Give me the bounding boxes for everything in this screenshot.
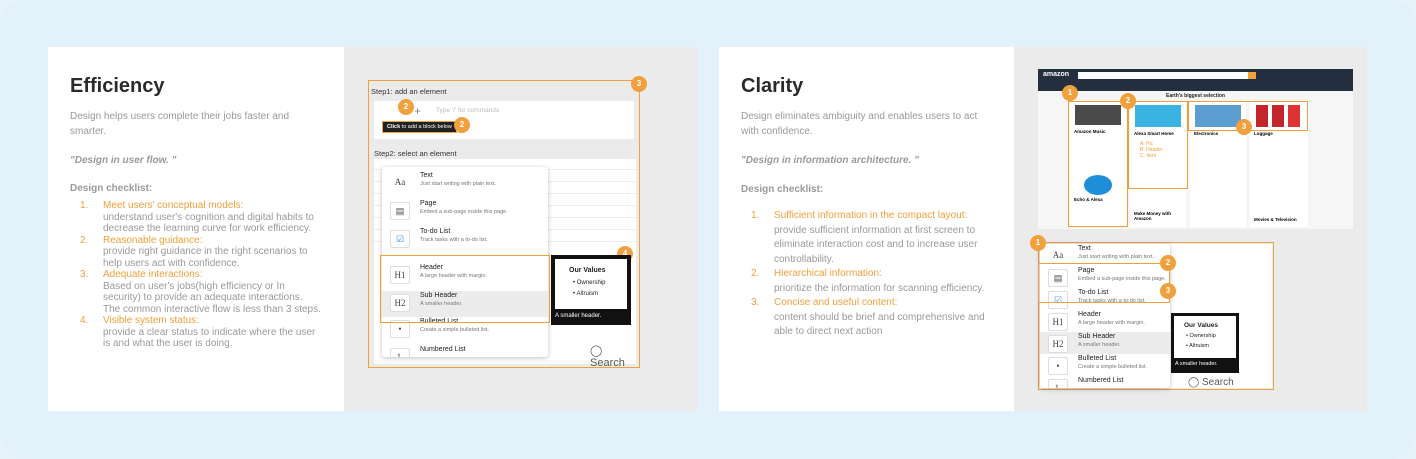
h2-icon: H2 xyxy=(1048,335,1068,353)
menu-item-bulleted[interactable]: • Bulleted List Create a simple bulleted l… xyxy=(1040,354,1170,376)
step-badge: 2 xyxy=(1160,255,1176,271)
section-highlight xyxy=(1128,101,1188,189)
search-field[interactable]: ◯ Search xyxy=(590,344,636,369)
checklist-item: 2. Hierarchical information: prioritize th… xyxy=(751,268,985,294)
step-badge: 2 xyxy=(1120,93,1136,109)
command-placeholder: Type '/' for commands xyxy=(436,107,500,114)
search-field[interactable]: ◯ Search xyxy=(1188,377,1234,388)
section-highlight xyxy=(1068,101,1128,227)
page-icon: ▤ xyxy=(390,202,410,220)
menu-item-header[interactable]: H1 Header A large header with margin. xyxy=(1040,310,1170,332)
checklist-item: 2. Reasonable guidance: provide right guid… xyxy=(80,234,308,269)
checklist-item: 1. Meet users' conceptual models: understa… xyxy=(80,200,314,234)
card-description: Design helps users complete their jobs f… xyxy=(70,111,290,137)
checklist-title: Design checklist: xyxy=(741,184,824,195)
card-description: Design eliminates ambiguity and enables … xyxy=(741,111,978,137)
checklist: 1. Meet users' conceptual models: understa… xyxy=(70,200,322,350)
step1-label: Step1: add an element xyxy=(371,87,447,96)
clarity-card: Clarity Design eliminates ambiguity and … xyxy=(719,47,1367,411)
checklist: 1. Sufficient information in the compact … xyxy=(741,209,993,340)
amazon-page: amazon Earth's biggest selection Amazon … xyxy=(1038,69,1353,229)
checklist-item: 1. Sufficient information in the compact … xyxy=(751,210,978,265)
efficiency-text: Efficiency Design helps users complete t… xyxy=(48,47,344,411)
menu-item-text[interactable]: Aa Text Just start writing with plain text… xyxy=(382,171,548,199)
efficiency-screenshot: 3 Step1: add an element + Type '/' for c… xyxy=(344,47,698,411)
step-badge: 1 xyxy=(1030,235,1046,251)
checklist-item: 3. Concise and useful content: content sho… xyxy=(751,297,985,337)
numbered-icon: 1. xyxy=(390,348,410,357)
menu-item-subheader[interactable]: H2 Sub Header A smaller header. xyxy=(1040,332,1170,354)
step-badge: 1 xyxy=(1062,85,1078,101)
step-badge: 2 xyxy=(398,99,414,115)
amazon-banner: Earth's biggest selection xyxy=(1166,93,1225,99)
card-quote: "Design in user flow. " xyxy=(70,155,177,166)
step-badge: 3 xyxy=(1236,119,1252,135)
step-badge: 2 xyxy=(454,117,470,133)
card-quote: "Design in information architecture. " xyxy=(741,155,919,166)
click-hint-tooltip: Click to add a block below xyxy=(382,121,457,133)
card-title: Efficiency xyxy=(70,75,165,97)
amazon-search-bar[interactable] xyxy=(1078,72,1248,79)
checklist-item: 3. Adequate interactions: Based on user's … xyxy=(80,269,321,315)
step-badge: 3 xyxy=(631,76,647,92)
amazon-logo[interactable]: amazon xyxy=(1043,71,1069,78)
preview-tooltip: Our Values • Ownership • Altruism A smal… xyxy=(551,255,631,325)
bullet-icon: • xyxy=(1048,357,1068,375)
menu-item-page[interactable]: ▤ Page Embed a sub-page inside this page. xyxy=(382,199,548,227)
step-badge: 3 xyxy=(1160,283,1176,299)
selection-highlight xyxy=(380,255,550,323)
efficiency-card: Efficiency Design helps users complete t… xyxy=(48,47,698,411)
menu-item-numbered[interactable]: 1. Numbered List xyxy=(382,345,548,357)
checkbox-icon: ☑ xyxy=(390,230,410,248)
text-icon: Aa xyxy=(390,174,410,192)
step2-label: Step2: select an element xyxy=(374,149,457,158)
menu-item-todo[interactable]: ☑ To-do List Track tasks with a to-do list… xyxy=(382,227,548,255)
clarity-screenshot: amazon Earth's biggest selection Amazon … xyxy=(1014,47,1367,411)
card-title: Clarity xyxy=(741,75,804,97)
clarity-text: Clarity Design eliminates ambiguity and … xyxy=(719,47,1015,411)
checklist-title: Design checklist: xyxy=(70,183,153,194)
menu-item-numbered[interactable]: 1. Numbered List xyxy=(1040,376,1170,388)
amazon-header: amazon xyxy=(1038,69,1353,91)
preview-tooltip: Our Values • Ownership • Altruism A smal… xyxy=(1171,313,1239,373)
h1-icon: H1 xyxy=(1048,313,1068,331)
selection-highlight xyxy=(1038,263,1170,303)
amazon-search-button[interactable] xyxy=(1248,72,1256,79)
add-block-icon[interactable]: + xyxy=(414,104,421,118)
numbered-icon: 1. xyxy=(1048,379,1068,388)
checklist-item: 4. Visible system status: provide a clear … xyxy=(80,315,316,349)
